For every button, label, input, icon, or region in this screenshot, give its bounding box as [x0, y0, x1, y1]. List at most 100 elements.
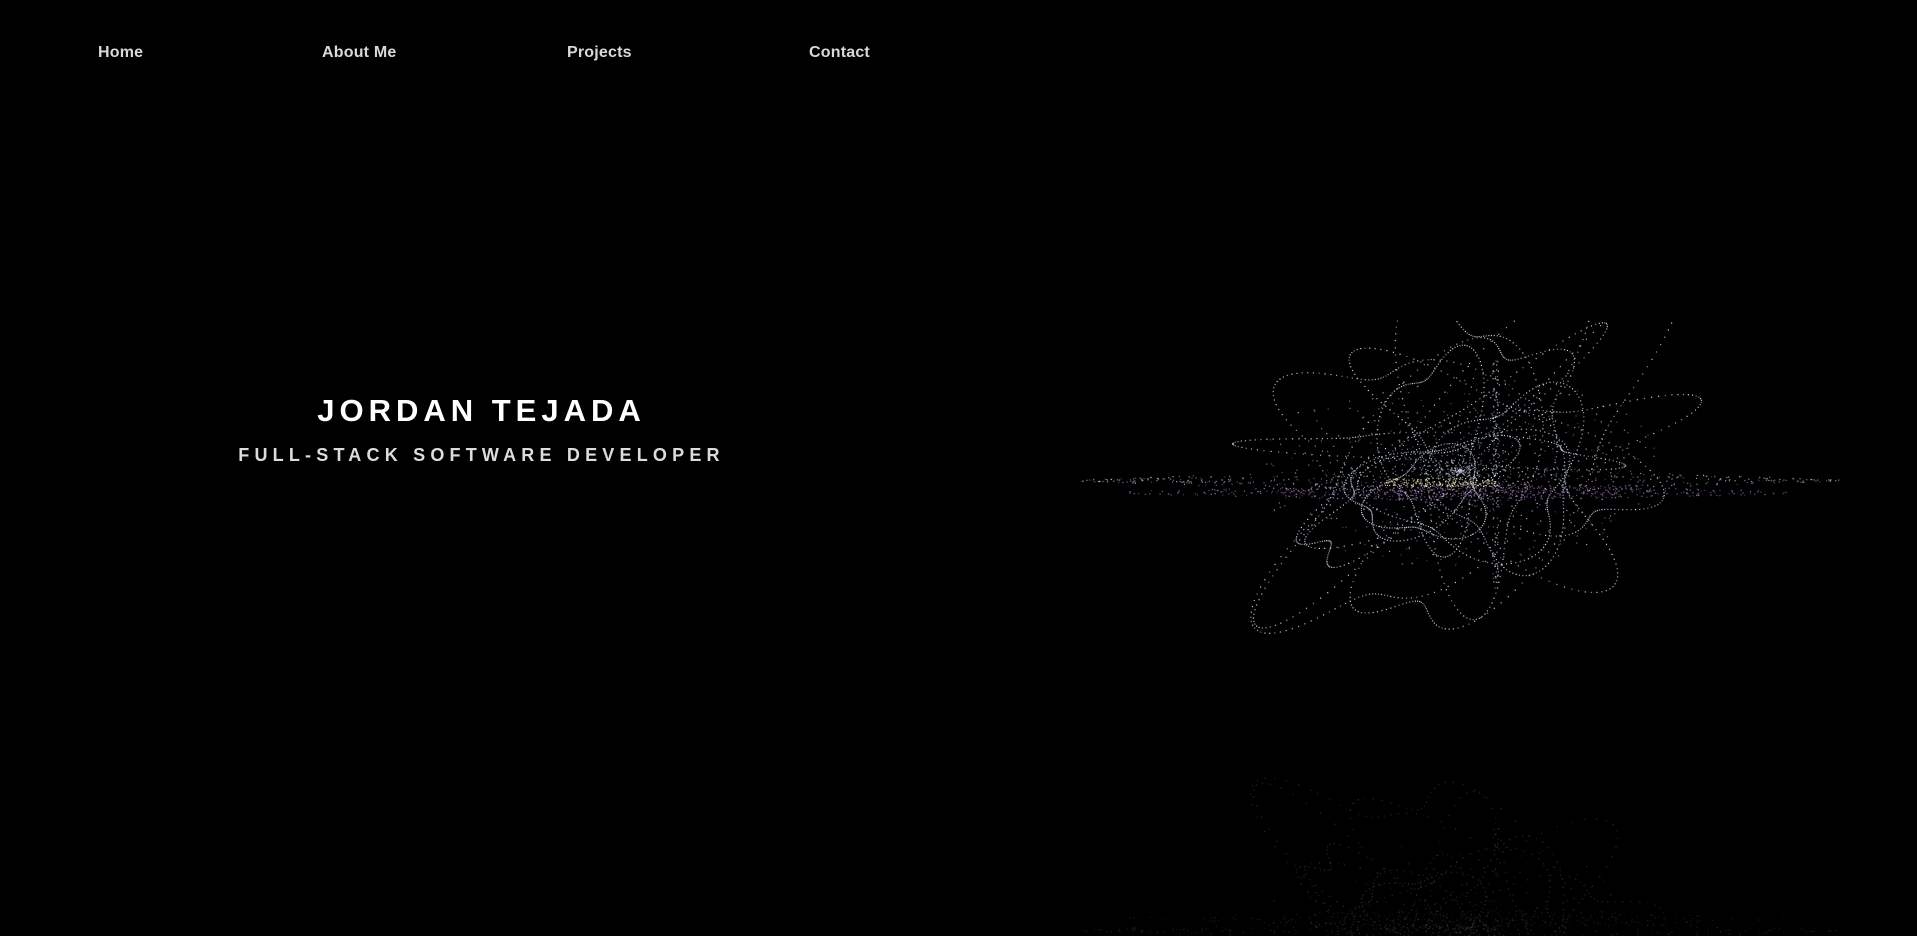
particle-dot: [1494, 399, 1496, 401]
particle-dot: [1508, 453, 1510, 455]
particle-dot: [1569, 386, 1571, 388]
particle-dot: [1604, 486, 1606, 488]
particle-dot: [1490, 375, 1492, 377]
particle-dot: [1496, 506, 1498, 508]
particle-dot: [1252, 624, 1254, 626]
reflection-dot: [1478, 792, 1480, 794]
particle-dot: [1467, 406, 1469, 408]
particle-dot: [1572, 500, 1575, 502]
particle-dot: [1360, 563, 1362, 565]
reflection-dot: [1323, 902, 1325, 904]
particle-dot: [1509, 437, 1511, 439]
particle-dot: [1627, 447, 1629, 449]
particle-dot: [1552, 556, 1554, 558]
particle-dot: [1362, 427, 1364, 430]
particle-dot: [1293, 483, 1295, 485]
particle-dot: [1653, 474, 1655, 476]
nav-link-contact[interactable]: Contact: [809, 44, 870, 62]
particle-dot: [1656, 492, 1658, 494]
particle-dot: [1350, 481, 1352, 483]
particle-dot: [1542, 421, 1544, 423]
particle-dot: [1596, 591, 1598, 593]
particle-dot: [1445, 589, 1447, 591]
particle-dot: [1635, 488, 1638, 490]
particle-dot: [1568, 369, 1570, 371]
particle-dot: [1142, 478, 1144, 480]
particle-dot: [1728, 476, 1730, 478]
particle-dot: [1568, 464, 1570, 466]
particle-dot: [1508, 518, 1510, 520]
particle-dot: [1810, 479, 1812, 481]
particle-dot: [1482, 488, 1484, 490]
particle-dot: [1392, 484, 1394, 486]
reflection-dot: [1252, 785, 1254, 787]
particle-dot: [1461, 501, 1463, 503]
particle-dot: [1319, 465, 1321, 467]
reflection-dot: [1430, 883, 1432, 885]
particle-dot: [1540, 520, 1542, 522]
nav-link-projects[interactable]: Projects: [567, 44, 632, 62]
particle-dot: [1516, 495, 1518, 497]
particle-dot: [1496, 433, 1498, 435]
particle-dot: [1561, 441, 1563, 443]
particle-dot: [1548, 515, 1550, 517]
particle-dot: [1563, 511, 1565, 513]
particle-dot: [1454, 426, 1456, 428]
reflection-dot: [1344, 918, 1346, 920]
reflection-dot: [1482, 907, 1484, 909]
particle-dot: [1520, 483, 1522, 485]
reflection-dot: [1472, 790, 1474, 793]
nav-link-home[interactable]: Home: [98, 44, 143, 62]
reflection-dot: [1397, 923, 1399, 925]
particle-dot: [1475, 481, 1477, 483]
particle-dot: [1462, 472, 1464, 475]
reflection-dot: [1394, 882, 1396, 884]
particle-dot: [1559, 382, 1562, 384]
particle-dot: [1512, 572, 1514, 574]
particle-dot: [1565, 432, 1567, 434]
particle-dot: [1623, 429, 1625, 431]
reflection-dot: [1303, 876, 1305, 878]
particle-dot: [1396, 540, 1398, 542]
particle-dot: [1335, 437, 1337, 439]
particle-dot: [1456, 538, 1458, 540]
particle-dot: [1485, 541, 1487, 543]
particle-dot: [1728, 493, 1730, 495]
particle-dot: [1588, 520, 1590, 522]
particle-dot: [1439, 569, 1441, 571]
particle-dot: [1368, 434, 1370, 436]
particle-dot: [1506, 491, 1508, 493]
particle-dot: [1402, 603, 1404, 605]
particle-dot: [1483, 348, 1485, 350]
particle-dot: [1714, 476, 1716, 478]
particle-dot: [1468, 491, 1470, 493]
particle-dot: [1422, 508, 1424, 510]
particle-dot: [1254, 609, 1256, 611]
particle-dot: [1428, 461, 1430, 463]
particle-dot: [1460, 488, 1462, 490]
particle-dot: [1631, 489, 1633, 491]
particle-dot: [1467, 475, 1470, 477]
particle-dot: [1450, 384, 1452, 386]
particle-dot: [1554, 491, 1556, 493]
particle-dot: [1468, 519, 1470, 521]
particle-dot: [1349, 488, 1351, 491]
particle-dot: [1513, 533, 1515, 535]
particle-dot: [1318, 515, 1320, 517]
particle-dot: [1740, 489, 1742, 491]
reflection-dot: [1560, 874, 1562, 876]
particle-dot: [1353, 492, 1355, 494]
particle-dot: [1302, 453, 1304, 455]
particle-dot: [1263, 450, 1265, 452]
particle-dot: [1381, 610, 1383, 612]
particle-dot: [1432, 447, 1434, 449]
nav-link-about-me[interactable]: About Me: [322, 44, 396, 62]
particle-dot: [1453, 472, 1455, 474]
particle-dot: [1612, 494, 1614, 496]
particle-dot: [1580, 486, 1582, 488]
particle-dot: [1296, 372, 1298, 374]
particle-dot: [1520, 445, 1522, 447]
particle-dot: [1546, 467, 1548, 469]
particle-dot: [1497, 453, 1499, 455]
particle-dot: [1502, 444, 1504, 446]
